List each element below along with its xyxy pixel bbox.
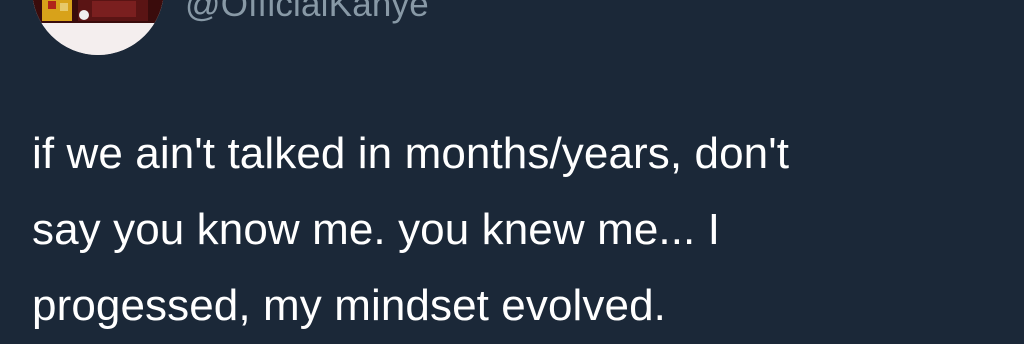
- profile-avatar-icon: [32, 0, 164, 55]
- tweet-text-line: if we ain't talked in months/years, don'…: [32, 129, 790, 178]
- author-handle[interactable]: @OfficialKanye: [185, 0, 429, 27]
- avatar[interactable]: [32, 0, 164, 55]
- tweet-text: if we ain't talked in months/years, don'…: [32, 116, 992, 344]
- tweet-text-line: say you know me. you knew me... I: [32, 205, 721, 254]
- tweet-text-line: progessed, my mindset evolved.: [32, 281, 666, 330]
